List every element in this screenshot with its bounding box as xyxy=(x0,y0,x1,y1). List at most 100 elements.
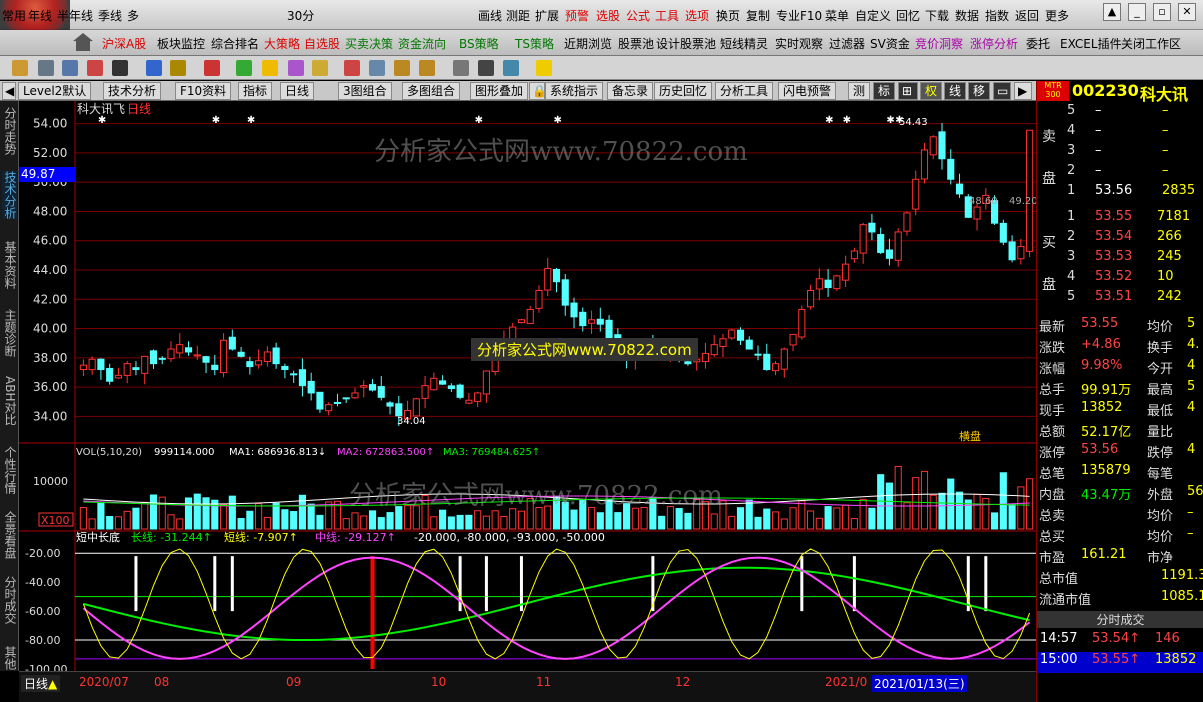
bar-icon[interactable] xyxy=(170,60,186,76)
tab-flash-alert[interactable]: 闪电预警 xyxy=(778,82,837,100)
tab-memo[interactable]: 备忘录 xyxy=(607,82,654,100)
restore-icon[interactable]: ▫ xyxy=(1153,3,1171,21)
menu-options[interactable]: 选项 xyxy=(685,7,709,24)
lock-icon[interactable]: 🔒 xyxy=(529,82,547,100)
angle-icon[interactable] xyxy=(394,60,410,76)
tab-analysis-tools[interactable]: 分析工具 xyxy=(715,82,774,100)
tab-tech-analysis[interactable]: 技术分析 xyxy=(103,82,162,100)
zoom-icon[interactable]: ⊞ xyxy=(898,82,918,100)
menu-tools[interactable]: 工具 xyxy=(655,7,679,24)
side-tab-personal[interactable]: 个性行情 xyxy=(2,446,17,494)
menu-formula[interactable]: 公式 xyxy=(626,7,650,24)
menu-item-more-periods[interactable]: 多 xyxy=(127,7,139,24)
side-tab-panorama[interactable]: 全景看盘 xyxy=(2,511,17,559)
menu-item-halfyear[interactable]: 半年线 xyxy=(57,7,93,24)
tab-daily[interactable]: 日线 xyxy=(280,82,315,100)
nav-watchlist[interactable]: 自选股 xyxy=(304,35,340,52)
grid-icon[interactable] xyxy=(62,60,78,76)
screen-icon[interactable] xyxy=(112,60,128,76)
bell-icon[interactable] xyxy=(312,60,328,76)
tab-line[interactable]: 线 xyxy=(944,82,967,100)
scroll-right-icon[interactable]: ▶ xyxy=(1014,82,1032,100)
period-switch-button[interactable]: 日线▲ xyxy=(21,675,61,692)
menu-item-common[interactable]: 常用 xyxy=(2,7,26,24)
nav-recent[interactable]: 近期浏览 xyxy=(564,35,612,52)
tab-move[interactable]: 移 xyxy=(968,82,991,100)
tab-3chart[interactable]: 3图组合 xyxy=(338,82,392,100)
menu-alert[interactable]: 预警 xyxy=(565,7,589,24)
lights-icon[interactable] xyxy=(236,60,252,76)
side-tab-ticks[interactable]: 分时成交 xyxy=(2,576,17,624)
stats-icon[interactable] xyxy=(503,60,519,76)
nav-short-genius[interactable]: 短线精灵 xyxy=(720,35,768,52)
menu-f10[interactable]: 专业F10 xyxy=(776,7,822,24)
nav-design-pool[interactable]: 设计股票池 xyxy=(656,35,716,52)
nav-filter[interactable]: 过滤器 xyxy=(829,35,865,52)
panel-icon[interactable]: ▭ xyxy=(993,82,1011,100)
menu-back[interactable]: 返回 xyxy=(1015,7,1039,24)
scroll-left-icon[interactable]: ◀ xyxy=(2,82,16,100)
nav-sector-monitor[interactable]: 板块监控 xyxy=(157,35,205,52)
side-tab-intraday[interactable]: 分时走势 xyxy=(2,107,17,155)
nav-realtime[interactable]: 实时观察 xyxy=(775,35,823,52)
candle-icon[interactable] xyxy=(204,60,220,76)
warning-icon[interactable] xyxy=(262,60,278,76)
ruler-icon[interactable] xyxy=(419,60,435,76)
nav-sh-sz-a[interactable]: 沪深A股 xyxy=(102,35,146,52)
menu-index[interactable]: 指数 xyxy=(985,7,1009,24)
menu-draw[interactable]: 画线 xyxy=(478,7,502,24)
nav-ranking[interactable]: 综合排名 xyxy=(211,35,259,52)
info-icon[interactable]: ▲ xyxy=(1103,3,1121,21)
side-tab-other[interactable]: 其他 xyxy=(2,646,17,670)
tab-system-signal[interactable]: 系统指示 xyxy=(545,82,604,100)
rsi-icon[interactable] xyxy=(87,60,103,76)
nav-big-strategy[interactable]: 大策略 xyxy=(264,35,300,52)
close-icon[interactable]: ✕ xyxy=(1178,3,1196,21)
diamond-icon[interactable] xyxy=(536,60,552,76)
nav-auction[interactable]: 竞价洞察 xyxy=(915,35,963,52)
side-tab-abh[interactable]: ABH对比 xyxy=(2,376,17,425)
nav-entrust[interactable]: 委托 xyxy=(1026,35,1050,52)
tab-f10[interactable]: F10资料 xyxy=(175,82,232,100)
menu-download[interactable]: 下载 xyxy=(925,7,949,24)
tab-history-recall[interactable]: 历史回忆 xyxy=(654,82,713,100)
menu-copy[interactable]: 复制 xyxy=(746,7,770,24)
menu-item-30min[interactable]: 30分 xyxy=(287,7,314,24)
minimize-icon[interactable]: _ xyxy=(1128,3,1146,21)
menu-more[interactable]: 更多 xyxy=(1045,7,1069,24)
nav-stock-pool[interactable]: 股票池 xyxy=(618,35,654,52)
side-tab-technical[interactable]: 技术分析 xyxy=(2,171,17,219)
folder-icon[interactable] xyxy=(12,60,28,76)
tab-mark[interactable]: 标 xyxy=(873,82,896,100)
menu-select-stock[interactable]: 选股 xyxy=(596,7,620,24)
menu-data[interactable]: 数据 xyxy=(955,7,979,24)
chart-icon[interactable] xyxy=(344,60,360,76)
nav-sv-fund[interactable]: SV资金 xyxy=(870,35,910,52)
flag-icon[interactable] xyxy=(288,60,304,76)
menu-custom[interactable]: 自定义 xyxy=(855,7,891,24)
nav-close-workspace[interactable]: 关闭工作区 xyxy=(1121,35,1181,52)
kline-chart[interactable]: 54.0052.0050.0048.0046.0044.0042.0040.00… xyxy=(19,101,1038,676)
tab-level2[interactable]: Level2默认 xyxy=(18,82,92,100)
monitor-icon[interactable] xyxy=(369,60,385,76)
menu-page[interactable]: 换页 xyxy=(716,7,740,24)
nav-bs-strategy[interactable]: BS策略 xyxy=(459,35,499,52)
side-tab-theme[interactable]: 主题诊断 xyxy=(2,309,17,357)
tab-rights[interactable]: 权 xyxy=(920,82,943,100)
home-icon[interactable] xyxy=(73,33,93,51)
nav-fund-flow[interactable]: 资金流向 xyxy=(398,35,446,52)
menu-menu[interactable]: 菜单 xyxy=(825,7,849,24)
nav-limit-up[interactable]: 涨停分析 xyxy=(970,35,1018,52)
menu-item-quarter[interactable]: 季线 xyxy=(98,7,122,24)
tab-overlay[interactable]: 图形叠加 xyxy=(470,82,529,100)
menu-measure[interactable]: 测距 xyxy=(506,7,530,24)
side-tab-fundamental[interactable]: 基本资料 xyxy=(2,241,17,289)
note-icon[interactable] xyxy=(453,60,469,76)
crosshair-icon[interactable] xyxy=(146,60,162,76)
nav-excel[interactable]: EXCEL插件 xyxy=(1060,35,1122,52)
chart-area[interactable]: 54.00 52.00 50.00 48.00 46.00 44.00 42.00 40.00… xyxy=(19,101,1038,676)
menu-item-year[interactable]: 年线 xyxy=(28,7,52,24)
tab-indicator[interactable]: 指标 xyxy=(238,82,273,100)
nav-ts-strategy[interactable]: TS策略 xyxy=(515,35,554,52)
tab-multichart[interactable]: 多图组合 xyxy=(402,82,461,100)
